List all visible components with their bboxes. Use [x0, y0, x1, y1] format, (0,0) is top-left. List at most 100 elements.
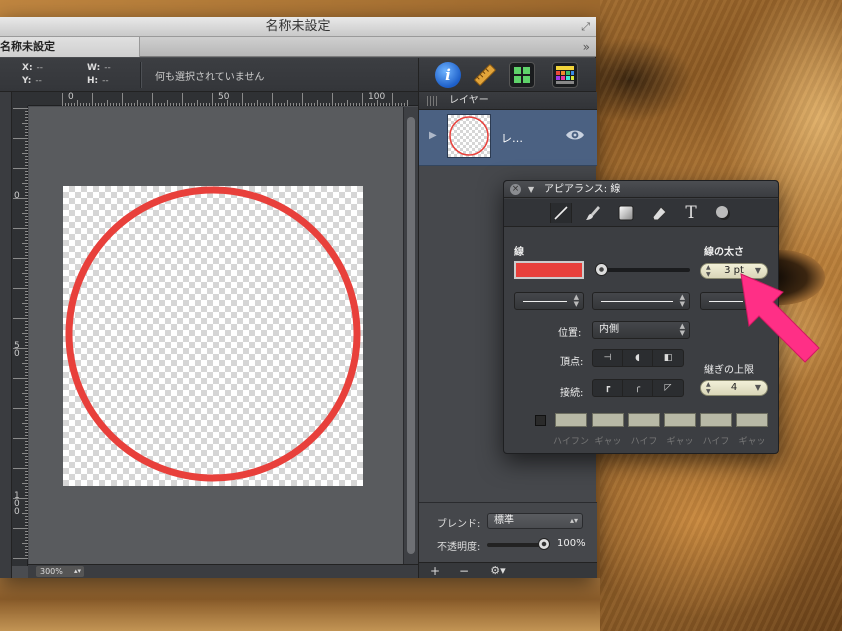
add-layer-button[interactable]: +	[425, 563, 445, 579]
ruler-tick	[80, 103, 81, 106]
blend-mode-select[interactable]: 標準 ▴▾	[487, 513, 583, 529]
cap-style-segmented: ⊣ ◖ ◧	[592, 349, 684, 367]
line-style-select[interactable]: ▲ ▼	[592, 292, 690, 310]
grip-icon[interactable]	[427, 96, 437, 106]
stroke-position-select[interactable]: 内側 ▲ ▼	[592, 321, 690, 339]
ruler-tick	[278, 103, 279, 106]
stroke-width-slider-knob[interactable]	[595, 263, 608, 276]
ruler-tick	[371, 103, 372, 106]
close-icon[interactable]: ×	[510, 184, 521, 195]
disclosure-triangle-icon[interactable]: ▶	[429, 130, 437, 141]
window-titlebar[interactable]: 名称未設定 ⤢	[0, 17, 596, 37]
ruler-tick	[149, 103, 150, 106]
vruler-tick	[25, 360, 28, 361]
dropdown-arrow-icon[interactable]: ▼	[755, 381, 761, 395]
vruler-tick	[25, 489, 28, 490]
ruler-tick	[128, 103, 129, 106]
dash-field-2[interactable]	[628, 413, 660, 427]
ruler-tick	[116, 103, 117, 106]
ruler-icon[interactable]	[472, 62, 498, 88]
ruler-tick	[224, 103, 225, 106]
vruler-tick	[25, 351, 28, 352]
color-palette-icon[interactable]	[552, 62, 578, 88]
vruler-tick	[25, 447, 28, 448]
tab-document[interactable]: 名称未設定	[0, 37, 140, 57]
stroke-tool-icon[interactable]	[550, 203, 572, 223]
gap-field-3[interactable]	[736, 413, 768, 427]
vertical-scrollbar[interactable]	[403, 107, 418, 564]
ruler-tick	[404, 103, 405, 106]
layer-action-menu[interactable]: ⚙▾	[483, 563, 513, 579]
round-cap-icon[interactable]: ◖	[623, 350, 653, 366]
stepper-icon[interactable]: ▲ ▼	[706, 381, 711, 395]
vruler-tick	[13, 468, 28, 469]
ruler-tick	[125, 103, 126, 106]
canvas-area[interactable]	[29, 107, 403, 564]
vruler-tick	[25, 177, 28, 178]
position-label: 位置:	[558, 328, 582, 339]
brush-tool-icon[interactable]	[582, 203, 604, 223]
gap-field-2[interactable]	[664, 413, 696, 427]
gap-field-1[interactable]	[592, 413, 624, 427]
vruler-tick	[25, 207, 28, 208]
vruler-tick	[25, 147, 28, 148]
tab-overflow-button[interactable]: »	[583, 37, 590, 57]
ruler-tick	[407, 100, 408, 106]
vruler-tick	[25, 522, 28, 523]
dash-style-select[interactable]: ▲ ▼	[514, 292, 584, 310]
appearance-title: アピアランス: 線	[544, 184, 621, 195]
dash-enable-checkbox[interactable]	[535, 415, 546, 426]
y-coordinate: Y: --	[22, 76, 42, 86]
horizontal-ruler[interactable]: 0 50 100	[28, 92, 418, 106]
stroke-color-well[interactable]	[514, 261, 584, 279]
artboard[interactable]	[63, 186, 363, 486]
text-tool-icon[interactable]: T	[680, 203, 702, 223]
eraser-tool-icon[interactable]	[648, 203, 670, 223]
opacity-slider-knob[interactable]	[538, 538, 550, 550]
remove-layer-button[interactable]: −	[453, 563, 475, 579]
ruler-tick	[230, 103, 231, 106]
layer-name[interactable]: レ…	[501, 130, 523, 146]
ruler-tick	[236, 103, 237, 106]
dash-field-3[interactable]	[700, 413, 732, 427]
stepper-icon[interactable]: ▲ ▼	[706, 264, 711, 278]
opacity-label: 不透明度:	[437, 542, 481, 553]
miter-limit-field[interactable]: ▲ ▼ 4 ▼	[700, 380, 768, 396]
ruler-tick	[365, 103, 366, 106]
vruler-tick	[25, 327, 28, 328]
ruler-tick	[233, 103, 234, 106]
fill-tool-icon[interactable]	[615, 203, 637, 223]
vruler-tick	[25, 315, 28, 316]
fullscreen-icon[interactable]: ⤢	[581, 21, 590, 32]
shadow-tool-icon[interactable]	[712, 203, 734, 223]
ruler-tick	[308, 103, 309, 106]
appearance-titlebar[interactable]: × ▼ アピアランス: 線	[504, 181, 778, 198]
scrollbar-thumb[interactable]	[407, 117, 415, 554]
info-icon[interactable]: i	[435, 62, 461, 88]
dash-label: ハイフ	[630, 437, 658, 447]
ruler-tick	[335, 103, 336, 106]
collapse-triangle-icon[interactable]: ▼	[528, 181, 534, 198]
square-cap-icon[interactable]: ◧	[653, 350, 683, 366]
bevel-join-icon[interactable]: ◸	[653, 380, 683, 396]
vruler-tick	[25, 399, 28, 400]
vruler-tick	[22, 273, 28, 274]
layout-grid-icon[interactable]	[509, 62, 535, 88]
ruler-tick	[113, 103, 114, 106]
vertical-ruler[interactable]: 0 5 0 1 0 0	[12, 106, 28, 566]
butt-cap-icon[interactable]: ⊣	[593, 350, 623, 366]
vruler-tick	[22, 453, 28, 454]
miter-join-icon[interactable]: ┏	[593, 380, 623, 396]
vruler-tick	[25, 165, 28, 166]
layer-row[interactable]: ▶ レ…	[419, 110, 597, 166]
window-title: 名称未設定	[265, 19, 331, 34]
desktop-fur-bottom	[0, 578, 600, 631]
vruler-tick	[25, 126, 28, 127]
dash-field-1[interactable]	[555, 413, 587, 427]
stroke-width-slider-track[interactable]	[600, 268, 690, 272]
round-join-icon[interactable]: ╭	[623, 380, 653, 396]
visibility-eye-icon[interactable]	[565, 128, 585, 142]
circle-shape[interactable]	[63, 186, 363, 486]
zoom-select[interactable]: 300% ▴▾	[36, 566, 84, 577]
vruler-tick	[25, 471, 28, 472]
